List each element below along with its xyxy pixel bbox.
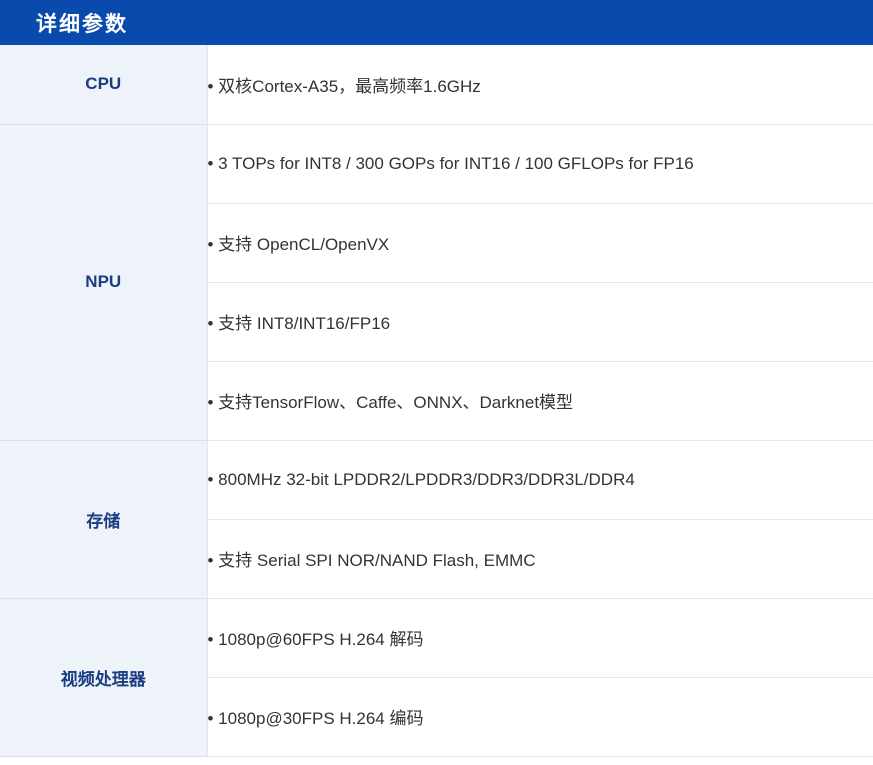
row-label-npu: NPU	[0, 124, 208, 441]
table-row: 存储 • 800MHz 32-bit LPDDR2/LPDDR3/DDR3/DD…	[0, 440, 873, 599]
spec-panel: 详细参数 CPU • 双核Cortex-A35，最高频率1.6GHz NPU •…	[0, 0, 873, 765]
spec-value: • 1080p@60FPS H.264 解码	[207, 598, 873, 678]
spec-value: • 1080p@30FPS H.264 编码	[207, 677, 873, 757]
spec-value: • 3 TOPs for INT8 / 300 GOPs for INT16 /…	[207, 124, 873, 204]
spec-value: • 支持TensorFlow、Caffe、ONNX、Darknet模型	[207, 361, 873, 441]
section-title: 详细参数	[0, 0, 873, 45]
row-label-storage: 存储	[0, 440, 208, 599]
spec-value: • 支持 Serial SPI NOR/NAND Flash, EMMC	[207, 519, 873, 599]
spec-value: • 双核Cortex-A35，最高频率1.6GHz	[207, 45, 873, 125]
table-row: 视频处理器 • 1080p@60FPS H.264 解码	[0, 598, 873, 757]
row-label-video-processor: 视频处理器	[0, 598, 208, 757]
table-row: NPU • 3 TOPs for INT8 / 300 GOPs for INT…	[0, 124, 873, 441]
row-label-cpu: CPU	[0, 45, 208, 125]
spec-value: • 支持 INT8/INT16/FP16	[207, 282, 873, 362]
spec-value: • 支持 OpenCL/OpenVX	[207, 203, 873, 283]
spec-value: • 800MHz 32-bit LPDDR2/LPDDR3/DDR3/DDR3L…	[207, 440, 873, 520]
table-row: CPU • 双核Cortex-A35，最高频率1.6GHz	[0, 45, 873, 125]
spec-table: CPU • 双核Cortex-A35，最高频率1.6GHz NPU • 3 TO…	[0, 45, 873, 757]
